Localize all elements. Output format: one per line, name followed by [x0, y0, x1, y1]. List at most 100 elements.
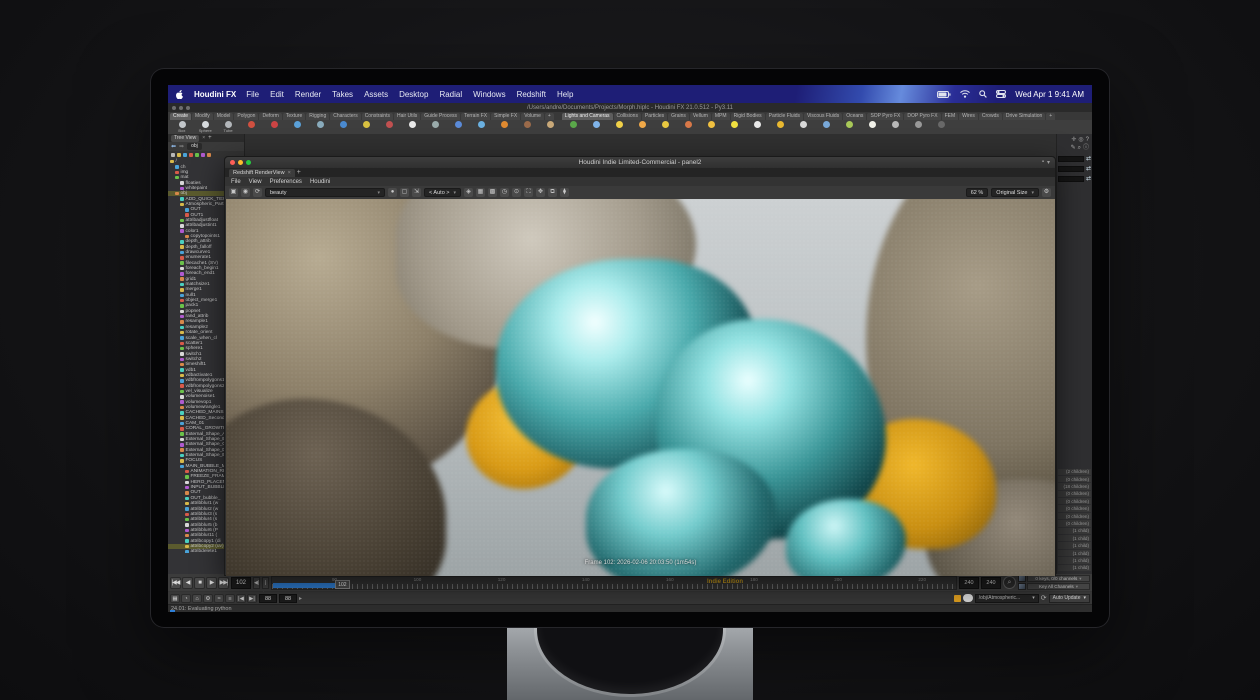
shelf-tool[interactable] [335, 121, 351, 128]
shelf-tool[interactable]: Tube [220, 121, 236, 133]
frame-icon[interactable]: ⛶ [524, 188, 533, 197]
menubar-item[interactable]: Assets [364, 90, 388, 99]
shelf-tool[interactable]: Box [174, 121, 190, 133]
shelf-tool[interactable] [588, 121, 604, 128]
transform-icon[interactable]: ⇄ [1086, 176, 1091, 182]
menubar-item[interactable]: Help [557, 90, 573, 99]
shelf-tab[interactable]: DOP Pyro FX [904, 113, 940, 120]
shelf-tool[interactable] [404, 121, 420, 128]
magnifier-icon[interactable]: ⌕ [1078, 145, 1081, 151]
next-key-button[interactable]: |▶ [262, 577, 269, 589]
context-path-select[interactable]: /obj/Atmospheric...▾ [975, 594, 1039, 603]
tree-select-icon[interactable] [201, 153, 205, 157]
shelf-tool[interactable] [427, 121, 443, 128]
shelf-tool[interactable] [473, 121, 489, 128]
search-icon[interactable] [979, 90, 987, 98]
message-bubble-icon[interactable] [963, 594, 973, 602]
shelf-tab[interactable]: MPM [712, 113, 730, 120]
shelf-tool[interactable] [657, 121, 673, 128]
window-titlebar[interactable]: /Users/andre/Documents/Projects/Morph.hi… [168, 103, 1092, 112]
grid-icon[interactable]: ▦ [476, 188, 485, 197]
shelf-tab[interactable]: FEM [942, 113, 959, 120]
shelf-tool[interactable] [887, 121, 903, 128]
tree-display-icon[interactable] [183, 153, 187, 157]
transport-button[interactable]: ◀ [182, 577, 193, 589]
shelf-tool[interactable] [496, 121, 512, 128]
refresh-icon[interactable]: ⟳ [253, 188, 262, 197]
pin-icon[interactable]: ✛ [1071, 137, 1076, 143]
timeline-zoom-icon[interactable]: ⌕ [1003, 576, 1016, 589]
auto-update-select[interactable]: Auto Update▾ [1049, 594, 1090, 603]
menubar-item[interactable]: Radial [439, 90, 462, 99]
playback-option-button[interactable]: |◀ [236, 594, 246, 603]
transform-icon[interactable]: ⇄ [1086, 156, 1091, 162]
menubar-item[interactable]: Takes [332, 90, 353, 99]
clock-icon[interactable]: ◷ [500, 188, 509, 197]
image-size-select[interactable]: Original Size▾ [991, 188, 1039, 197]
shelf-tool[interactable] [726, 121, 742, 128]
shelf-tool[interactable] [381, 121, 397, 128]
current-frame-field[interactable]: 102 [231, 577, 251, 589]
renderview-menu-item[interactable]: File [231, 179, 241, 185]
shelf-tab[interactable]: Grains [668, 113, 689, 120]
keys-summary-button[interactable]: 0 keys, 0/0 channels▾ [1027, 575, 1090, 582]
help-icon[interactable]: ? [1086, 137, 1089, 143]
shelf-tab[interactable]: + [1046, 113, 1055, 120]
apple-menu-icon[interactable] [176, 90, 184, 99]
playback-end-field[interactable]: 240 [959, 577, 979, 589]
compare-icon[interactable]: ⧉ [548, 188, 557, 197]
shelf-tab[interactable]: Particle Fluids [766, 113, 803, 120]
shelf-tool[interactable] [680, 121, 696, 128]
shelf-tab[interactable]: Simple FX [491, 113, 520, 120]
shelf-tab[interactable]: SOP Pyro FX [867, 113, 903, 120]
shelf-tool[interactable] [565, 121, 581, 128]
close-tab-icon[interactable]: × [202, 135, 205, 141]
lock-icon[interactable]: ◈ [464, 188, 473, 197]
menubar-item[interactable]: Desktop [399, 90, 428, 99]
expand-icon[interactable]: ✥ [536, 188, 545, 197]
network-row[interactable]: (1 child) [1058, 557, 1091, 563]
playback-option-button[interactable]: ⚙ [203, 594, 213, 603]
close-window-icon[interactable] [230, 160, 235, 165]
network-row[interactable]: (1 child) [1058, 535, 1091, 541]
transport-button[interactable]: ▶ [206, 577, 217, 589]
playback-option-button[interactable]: ▦ [170, 594, 180, 603]
network-row[interactable]: (0 children) [1058, 520, 1091, 526]
key-all-channels-button[interactable]: Key All Channels▾ [1027, 583, 1090, 590]
zoom-level-field[interactable]: 62 % [966, 188, 989, 197]
shelf-tool[interactable] [933, 121, 949, 128]
network-row[interactable]: (1 child) [1058, 528, 1091, 534]
scoped-channels-thumbnail[interactable] [1018, 575, 1026, 582]
transport-button[interactable]: ■ [194, 577, 205, 589]
pencil-icon[interactable]: ✎ [1071, 145, 1076, 151]
tree-filter-icon[interactable] [171, 153, 175, 157]
network-row[interactable]: (18 children) [1058, 483, 1091, 489]
tree-view-tab[interactable]: Tree View [171, 135, 199, 142]
shelf-tool[interactable] [243, 121, 259, 128]
transport-button[interactable]: |◀◀ [170, 577, 181, 589]
tree-path-button[interactable]: obj [187, 143, 202, 150]
shelf-tab[interactable]: Texture [283, 113, 305, 120]
timeline-ruler[interactable]: 90100120140160180200220 102 [271, 576, 957, 590]
prev-key-button[interactable]: ◀| [253, 577, 260, 589]
target-icon[interactable]: ◎ [1078, 137, 1083, 143]
menubar-item[interactable]: File [246, 90, 259, 99]
shelf-tab[interactable]: Viscous Fluids [804, 113, 842, 120]
network-row[interactable]: (0 children) [1058, 476, 1091, 482]
shelf-tool[interactable] [841, 121, 857, 128]
shelf-tab[interactable]: Drive Simulation [1003, 113, 1045, 120]
shelf-tab[interactable]: Modify [192, 113, 213, 120]
shelf-tab[interactable]: Deform [259, 113, 281, 120]
shelf-tab[interactable]: Create [170, 113, 191, 120]
menubar-item[interactable]: Redshift [517, 90, 546, 99]
tree-mode-icon[interactable] [177, 153, 181, 157]
key-all-thumbnail[interactable] [1018, 583, 1026, 590]
shelf-tab[interactable]: Hair Utils [394, 113, 420, 120]
menubar-item[interactable]: Windows [473, 90, 505, 99]
menubar-clock[interactable]: Wed Apr 1 9:41 AM [1015, 90, 1084, 99]
shelf-tab[interactable]: Oceans [843, 113, 866, 120]
minimize-window-icon[interactable] [238, 160, 243, 165]
rendered-image[interactable]: Frame 102: 2026-02-06 20:03:50 (1m54s) [226, 199, 1055, 576]
shelf-tab[interactable]: Crowds [979, 113, 1002, 120]
bucket-select[interactable]: < Auto >▾ [424, 188, 461, 197]
